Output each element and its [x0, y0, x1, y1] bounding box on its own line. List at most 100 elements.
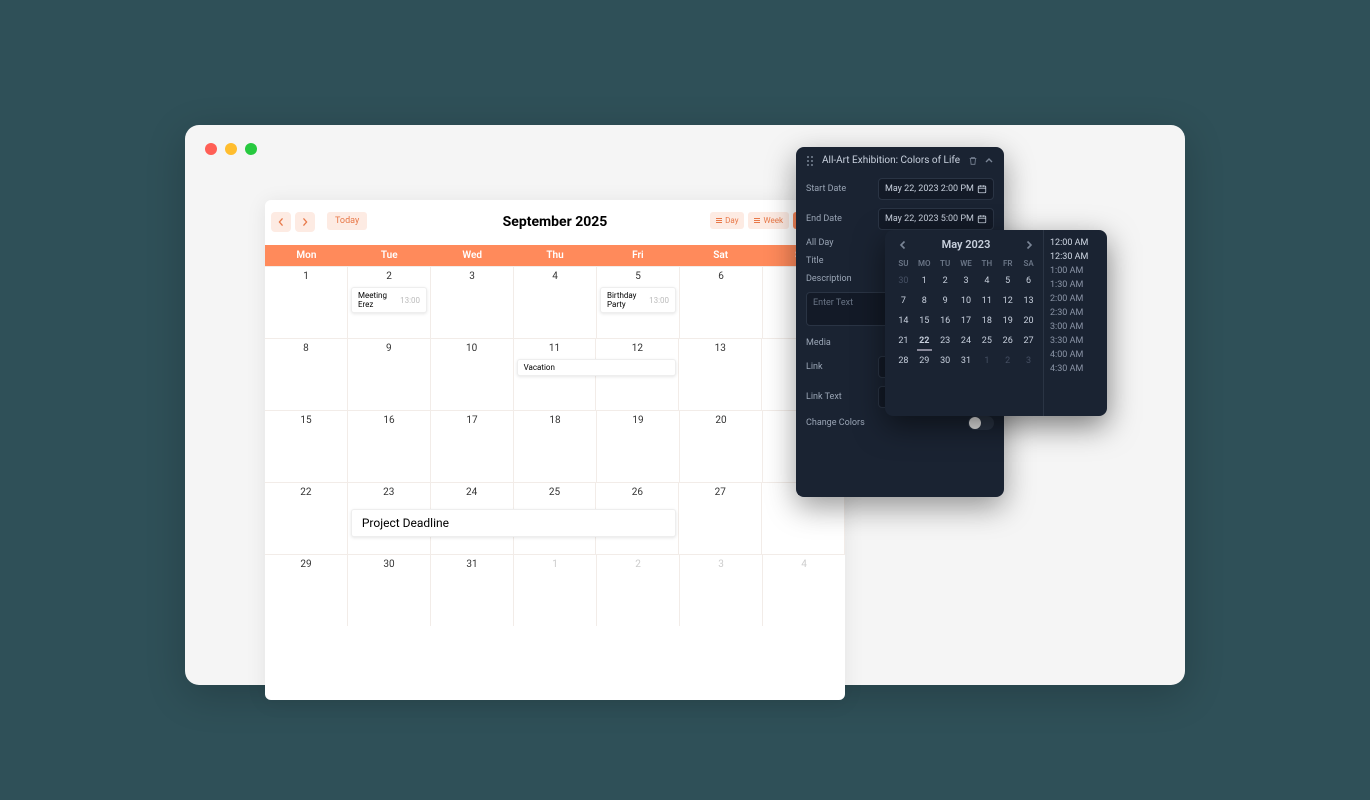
day-cell[interactable]: 17: [431, 411, 514, 482]
picker-day[interactable]: 5: [997, 272, 1018, 290]
picker-day[interactable]: 11: [976, 292, 997, 310]
picker-day[interactable]: 17: [956, 312, 977, 330]
day-cell[interactable]: 22: [265, 483, 348, 554]
time-list[interactable]: 12:00 AM12:30 AM1:00 AM1:30 AM2:00 AM2:3…: [1043, 230, 1107, 416]
event-chip[interactable]: Vacation: [517, 359, 677, 376]
day-cell[interactable]: 15: [265, 411, 348, 482]
picker-day[interactable]: 14: [893, 312, 914, 330]
prev-button[interactable]: [271, 212, 291, 232]
day-number: 25: [514, 487, 596, 498]
day-cell[interactable]: 27: [679, 483, 762, 554]
time-option[interactable]: 12:30 AM: [1046, 250, 1105, 264]
calendar: Today September 2025 Day Week Month MonT…: [265, 200, 845, 700]
picker-day[interactable]: 24: [956, 332, 977, 350]
picker-day[interactable]: 19: [997, 312, 1018, 330]
picker-day[interactable]: 25: [976, 332, 997, 350]
picker-day[interactable]: 1: [976, 352, 997, 370]
day-cell[interactable]: 5Birthday Party13:00: [597, 267, 680, 338]
day-number: 26: [596, 487, 678, 498]
end-date-input[interactable]: May 22, 2023 5:00 PM: [878, 208, 994, 230]
day-cell[interactable]: 19: [597, 411, 680, 482]
close-dot[interactable]: [205, 143, 217, 155]
linktext-label: Link Text: [806, 392, 870, 402]
day-cell[interactable]: 10: [431, 339, 514, 410]
event-chip[interactable]: Birthday Party13:00: [600, 287, 676, 313]
day-cell[interactable]: 1: [514, 555, 597, 626]
day-cell[interactable]: 6: [680, 267, 763, 338]
picker-day[interactable]: 8: [914, 292, 935, 310]
event-chip[interactable]: Meeting Erez13:00: [351, 287, 427, 313]
event-chip[interactable]: Project Deadline: [351, 509, 677, 537]
picker-next-button[interactable]: [1023, 239, 1035, 251]
picker-day[interactable]: 2: [935, 272, 956, 290]
next-button[interactable]: [295, 212, 315, 232]
picker-day[interactable]: 30: [935, 352, 956, 370]
view-day-button[interactable]: Day: [710, 212, 744, 229]
time-option[interactable]: 3:00 AM: [1046, 320, 1105, 334]
picker-day[interactable]: 23: [935, 332, 956, 350]
picker-day[interactable]: 26: [997, 332, 1018, 350]
day-cell[interactable]: 30: [348, 555, 431, 626]
minimize-dot[interactable]: [225, 143, 237, 155]
time-option[interactable]: 2:30 AM: [1046, 306, 1105, 320]
picker-day[interactable]: 7: [893, 292, 914, 310]
day-cell[interactable]: 2: [597, 555, 680, 626]
day-cell[interactable]: 4: [763, 555, 845, 626]
day-cell[interactable]: 29: [265, 555, 348, 626]
picker-day[interactable]: 9: [935, 292, 956, 310]
event-time: 13:00: [649, 296, 669, 305]
day-cell[interactable]: 4: [514, 267, 597, 338]
picker-day[interactable]: 3: [1018, 352, 1039, 370]
day-cell[interactable]: 3: [431, 267, 514, 338]
maximize-dot[interactable]: [245, 143, 257, 155]
time-option[interactable]: 3:30 AM: [1046, 334, 1105, 348]
view-week-button[interactable]: Week: [748, 212, 789, 229]
picker-day[interactable]: 30: [893, 272, 914, 290]
colors-toggle[interactable]: [968, 416, 994, 430]
trash-icon[interactable]: [968, 156, 978, 166]
picker-day[interactable]: 12: [997, 292, 1018, 310]
picker-day[interactable]: 6: [1018, 272, 1039, 290]
day-cell[interactable]: 16: [348, 411, 431, 482]
picker-day[interactable]: 1: [914, 272, 935, 290]
picker-day[interactable]: 27: [1018, 332, 1039, 350]
time-option[interactable]: 1:00 AM: [1046, 264, 1105, 278]
picker-day[interactable]: 13: [1018, 292, 1039, 310]
time-option[interactable]: 2:00 AM: [1046, 292, 1105, 306]
day-cell[interactable]: 2Meeting Erez13:00: [348, 267, 431, 338]
picker-day[interactable]: 2: [997, 352, 1018, 370]
picker-day[interactable]: 31: [956, 352, 977, 370]
day-cell[interactable]: 13: [679, 339, 762, 410]
picker-day[interactable]: 10: [956, 292, 977, 310]
start-date-input[interactable]: May 22, 2023 2:00 PM: [878, 178, 994, 200]
picker-day[interactable]: 29: [914, 352, 935, 370]
start-date-label: Start Date: [806, 184, 870, 194]
picker-day[interactable]: 18: [976, 312, 997, 330]
time-option[interactable]: 4:30 AM: [1046, 362, 1105, 376]
today-button[interactable]: Today: [327, 212, 367, 230]
picker-day[interactable]: 16: [935, 312, 956, 330]
day-cell[interactable]: 3: [680, 555, 763, 626]
day-cell[interactable]: 18: [514, 411, 597, 482]
picker-day[interactable]: 20: [1018, 312, 1039, 330]
day-number: 1: [265, 271, 347, 282]
picker-day[interactable]: 15: [914, 312, 935, 330]
day-number: 31: [431, 559, 513, 570]
day-cell[interactable]: 8: [265, 339, 348, 410]
picker-day[interactable]: 4: [976, 272, 997, 290]
list-icon: [716, 218, 722, 223]
time-option[interactable]: 1:30 AM: [1046, 278, 1105, 292]
picker-prev-button[interactable]: [897, 239, 909, 251]
day-cell[interactable]: 9: [348, 339, 431, 410]
picker-day[interactable]: 21: [893, 332, 914, 350]
picker-day[interactable]: 28: [893, 352, 914, 370]
picker-day[interactable]: 3: [956, 272, 977, 290]
time-option[interactable]: 12:00 AM: [1046, 236, 1105, 250]
day-cell[interactable]: 31: [431, 555, 514, 626]
day-cell[interactable]: 1: [265, 267, 348, 338]
drag-handle-icon[interactable]: [806, 156, 816, 166]
picker-day[interactable]: 22: [914, 332, 935, 350]
day-cell[interactable]: 20: [680, 411, 763, 482]
time-option[interactable]: 4:00 AM: [1046, 348, 1105, 362]
collapse-icon[interactable]: [984, 156, 994, 166]
